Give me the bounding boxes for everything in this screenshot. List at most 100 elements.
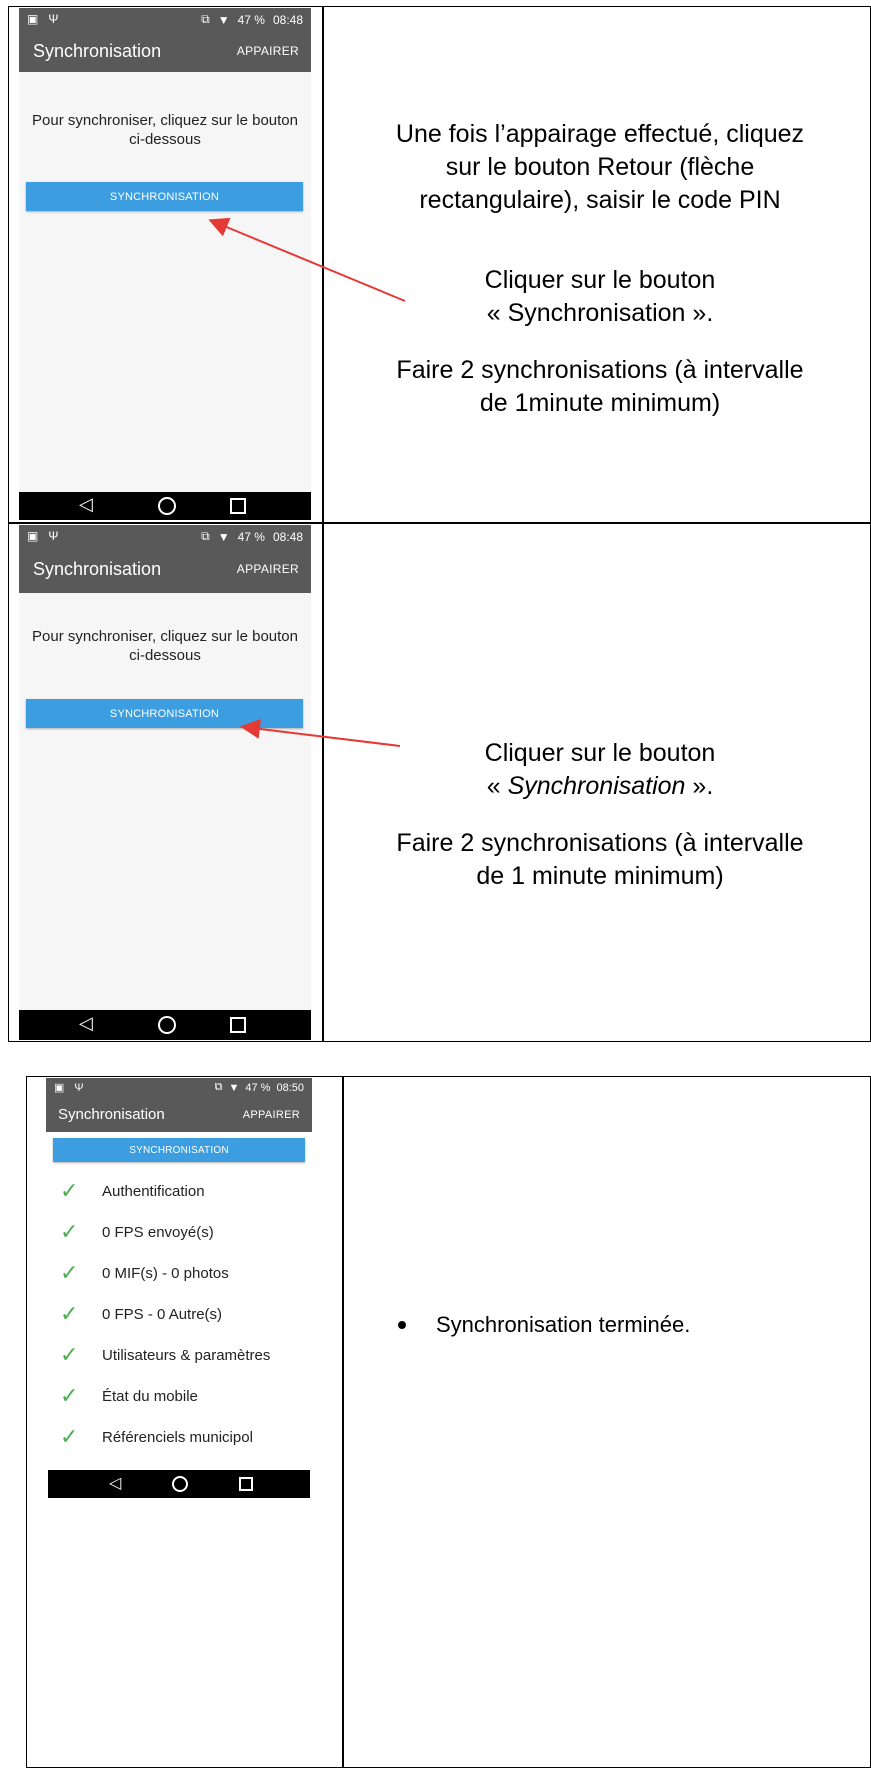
nav-bar: ◁ (48, 1470, 310, 1498)
sync-step-label: 0 FPS envoyé(s) (102, 1223, 214, 1241)
check-icon: ✓ (60, 1301, 79, 1326)
home-icon[interactable] (158, 1016, 176, 1034)
wifi-icon: ▼ (228, 1081, 240, 1094)
instr-line: de 1 minute minimum) (476, 862, 724, 890)
recent-apps-icon[interactable] (230, 498, 246, 514)
quote-open: « (486, 772, 508, 800)
check-icon: ✓ (60, 1342, 79, 1367)
nav-bar: ◁ (19, 492, 311, 520)
cast-icon: ⧉ (201, 12, 210, 26)
home-icon[interactable] (158, 497, 176, 515)
page-title: Synchronisation (33, 559, 162, 579)
bullet-icon (398, 1321, 406, 1329)
page-title: Synchronisation (33, 41, 162, 61)
table-1-column-divider (322, 6, 324, 1042)
sync-step-label: Authentification (102, 1182, 205, 1200)
instr-line: Faire 2 synchronisations (à intervalle (396, 829, 804, 857)
app-bar: Synchronisation APPAIRER (46, 1098, 312, 1132)
check-icon: ✓ (60, 1383, 79, 1408)
gallery-icon: ▣ (54, 1082, 65, 1094)
pair-button[interactable]: APPAIRER (243, 1109, 300, 1121)
instr-line: Cliquer sur le bouton (484, 266, 716, 294)
page-title: Synchronisation (58, 1106, 165, 1123)
phone-screenshot-3: ▣ Ψ ⧉ ▼ 47 % 08:50 Synchronisation APPAIRER … (46, 1078, 312, 1504)
prompt-line-1: Pour synchroniser, cliquez sur le bouton (32, 628, 298, 645)
phone-screenshot-2: ▣ Ψ ⧉ ▼ 47 % 08:48 Synchronisation APPAIRER … (19, 525, 311, 1040)
instr-line: sur le bouton Retour (flèche (445, 153, 755, 181)
sync-step-row: ✓ Référenciels municipol (60, 1424, 253, 1450)
sync-step-row: ✓ 0 FPS - 0 Autre(s) (60, 1301, 222, 1327)
battery-text: 47 % (237, 529, 265, 544)
app-bar: Synchronisation APPAIRER (19, 30, 311, 72)
recent-apps-icon[interactable] (230, 1017, 246, 1033)
sync-step-label: 0 MIF(s) - 0 photos (102, 1264, 229, 1282)
row-2-instructions-repeat: Faire 2 synchronisations (à intervalle d… (330, 827, 870, 893)
check-icon: ✓ (60, 1178, 79, 1203)
sync-step-row: ✓ Utilisateurs & paramètres (60, 1342, 270, 1368)
phone-screenshot-1: ▣ Ψ ⧉ ▼ 47 % 08:48 Synchronisation APPAIRER … (19, 8, 311, 520)
sync-step-label: Référenciels municipol (102, 1428, 253, 1446)
clock: 08:48 (272, 12, 303, 27)
nav-bar: ◁ (19, 1010, 311, 1040)
cast-icon: ⧉ (214, 1081, 223, 1093)
sync-prompt: Pour synchroniser, cliquez sur le bouton… (19, 111, 311, 149)
cast-icon: ⧉ (201, 529, 210, 543)
instr-line: Cliquer sur le bouton (484, 739, 716, 767)
wifi-icon: ▼ (217, 12, 230, 27)
sync-prompt: Pour synchroniser, cliquez sur le bouton… (19, 627, 311, 665)
check-icon: ✓ (60, 1424, 79, 1449)
pair-button[interactable]: APPAIRER (237, 562, 299, 576)
prompt-line-1: Pour synchroniser, cliquez sur le bouton (32, 112, 298, 129)
row-1-instructions-repeat: Faire 2 synchronisations (à intervalle d… (330, 354, 870, 420)
table-1-row-divider (8, 522, 871, 524)
pair-button[interactable]: APPAIRER (237, 44, 299, 58)
status-bar: ▣ Ψ ⧉ ▼ 47 % 08:48 (19, 8, 311, 30)
italic-word: Synchronisation (507, 772, 686, 800)
status-bar: ▣ Ψ ⧉ ▼ 47 % 08:48 (19, 525, 311, 547)
instr-line: « Synchronisation ». (486, 299, 714, 327)
home-icon[interactable] (172, 1476, 188, 1492)
prompt-line-2: ci-dessous (129, 647, 201, 664)
wifi-icon: ▼ (217, 529, 230, 544)
instr-line: Faire 2 synchronisations (à intervalle (396, 356, 804, 384)
quote-close: ». (685, 772, 714, 800)
bullet-label: Synchronisation terminée. (436, 1312, 691, 1337)
recent-apps-icon[interactable] (239, 1477, 253, 1491)
gallery-icon: ▣ (27, 529, 39, 543)
status-bar: ▣ Ψ ⧉ ▼ 47 % 08:50 (46, 1078, 312, 1098)
clock: 08:48 (272, 529, 303, 544)
check-icon: ✓ (60, 1260, 79, 1285)
sync-button[interactable]: SYNCHRONISATION (26, 699, 303, 728)
check-icon: ✓ (60, 1219, 79, 1244)
back-icon[interactable]: ◁ (79, 494, 93, 515)
sync-step-label: Utilisateurs & paramètres (102, 1346, 271, 1364)
instr-line: Une fois l’appairage effectué, cliquez (395, 120, 805, 148)
instr-line-synchronisation: « Synchronisation ». (330, 770, 870, 803)
sync-step-label: État du mobile (102, 1387, 198, 1405)
sync-step-label: 0 FPS - 0 Autre(s) (102, 1305, 223, 1323)
usb-icon: Ψ (48, 12, 59, 26)
sync-complete-bullet: Synchronisation terminée. (398, 1312, 690, 1338)
sync-step-row: ✓ 0 FPS envoyé(s) (60, 1219, 214, 1245)
prompt-line-2: ci-dessous (129, 131, 201, 148)
row-2-instructions-click: Cliquer sur le bouton « Synchronisation … (330, 737, 870, 803)
battery-text: 47 % (245, 1081, 271, 1094)
sync-button[interactable]: SYNCHRONISATION (26, 182, 303, 211)
gallery-icon: ▣ (27, 12, 39, 26)
instr-line: de 1minute minimum) (479, 389, 721, 417)
sync-step-row: ✓ Authentification (60, 1178, 205, 1204)
sync-step-row: ✓ État du mobile (60, 1383, 198, 1409)
back-icon[interactable]: ◁ (109, 1473, 121, 1493)
instr-line: rectangulaire), saisir le code PIN (419, 186, 781, 214)
sync-button[interactable]: SYNCHRONISATION (53, 1138, 305, 1162)
back-icon[interactable]: ◁ (79, 1013, 93, 1034)
row-1-instructions-top: Une fois l’appairage effectué, cliquez s… (330, 118, 870, 217)
row-1-instructions-click: Cliquer sur le bouton « Synchronisation … (330, 264, 870, 330)
clock: 08:50 (276, 1081, 304, 1094)
table-2-column-divider (342, 1076, 344, 1768)
sync-step-row: ✓ 0 MIF(s) - 0 photos (60, 1260, 229, 1286)
usb-icon: Ψ (48, 529, 59, 543)
app-bar: Synchronisation APPAIRER (19, 547, 311, 593)
usb-icon: Ψ (74, 1081, 84, 1094)
battery-text: 47 % (237, 12, 265, 27)
